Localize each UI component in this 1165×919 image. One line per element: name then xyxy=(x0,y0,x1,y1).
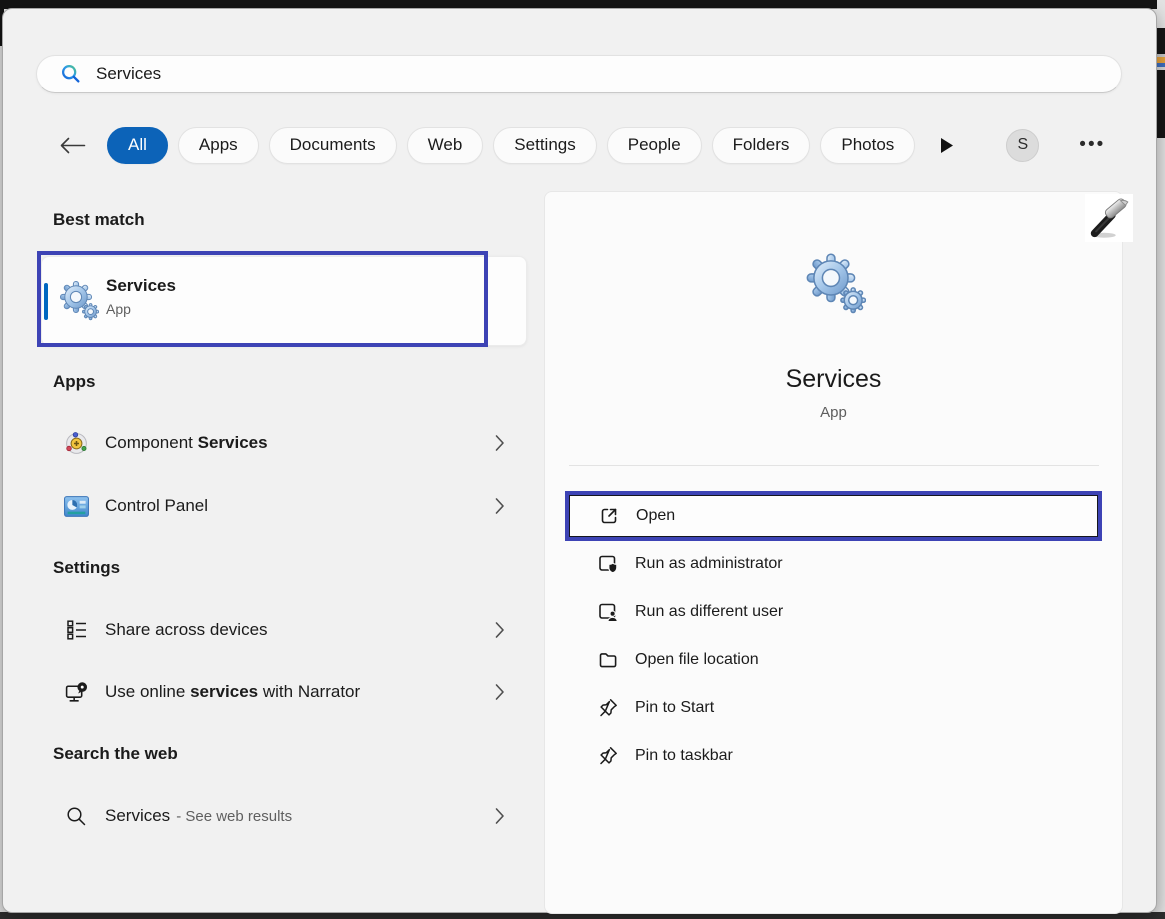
component-services-icon xyxy=(63,430,90,457)
chevron-right-icon[interactable] xyxy=(495,684,505,701)
selection-accent-bar xyxy=(44,283,48,320)
best-match-result[interactable]: Services App xyxy=(41,256,527,346)
best-match-subtitle: App xyxy=(106,301,131,317)
best-match-heading: Best match xyxy=(53,210,145,230)
tab-apps[interactable]: Apps xyxy=(178,127,259,164)
action-pin-to-start[interactable]: Pin to Start xyxy=(569,687,1098,729)
action-label: Run as different user xyxy=(635,603,783,621)
action-label: Open xyxy=(636,507,675,525)
result-label: Use online services with Narrator xyxy=(105,682,360,702)
result-share-across-devices[interactable]: Share across devices xyxy=(41,601,529,659)
action-label: Run as administrator xyxy=(635,555,783,573)
pin-icon xyxy=(597,697,619,719)
action-pin-to-taskbar[interactable]: Pin to taskbar xyxy=(569,735,1098,777)
chevron-right-icon[interactable] xyxy=(495,808,505,825)
divider xyxy=(569,465,1099,466)
tab-people[interactable]: People xyxy=(607,127,702,164)
search-flyout-window: All Apps Documents Web Settings People F… xyxy=(2,8,1157,913)
control-panel-icon xyxy=(63,493,90,520)
action-list: Open Run as administrator xyxy=(569,495,1098,777)
action-label: Open file location xyxy=(635,651,759,669)
action-label: Pin to Start xyxy=(635,699,714,717)
tabs-overflow-button[interactable] xyxy=(935,133,958,158)
apps-heading: Apps xyxy=(53,372,96,392)
preview-subtitle: App xyxy=(545,404,1122,421)
best-match-title: Services xyxy=(106,276,176,296)
services-gears-icon xyxy=(57,280,99,327)
user-avatar[interactable]: S xyxy=(1006,129,1039,162)
open-external-icon xyxy=(598,505,620,527)
search-icon xyxy=(60,63,82,85)
play-icon xyxy=(939,137,954,154)
action-run-as-administrator[interactable]: Run as administrator xyxy=(569,543,1098,585)
result-control-panel[interactable]: Control Panel xyxy=(41,477,529,535)
result-label: Control Panel xyxy=(105,496,208,516)
result-component-services[interactable]: Component Services xyxy=(41,414,529,472)
tab-web[interactable]: Web xyxy=(407,127,484,164)
action-open-file-location[interactable]: Open file location xyxy=(569,639,1098,681)
person-window-icon xyxy=(597,601,619,623)
shield-window-icon xyxy=(597,553,619,575)
share-across-devices-icon xyxy=(63,618,90,642)
desktop-window-fragment xyxy=(1156,54,1165,70)
result-web-search[interactable]: Services- See web results xyxy=(41,787,529,845)
tab-settings[interactable]: Settings xyxy=(493,127,596,164)
back-button[interactable] xyxy=(55,128,89,162)
narrator-monitor-icon xyxy=(63,680,90,705)
back-arrow-icon xyxy=(59,137,86,154)
action-run-as-different-user[interactable]: Run as different user xyxy=(569,591,1098,633)
chevron-right-icon[interactable] xyxy=(495,622,505,639)
search-bar xyxy=(36,55,1122,93)
preview-title: Services xyxy=(545,365,1122,394)
chevron-right-icon[interactable] xyxy=(495,435,505,452)
result-label: Services- See web results xyxy=(105,806,292,826)
tab-folders[interactable]: Folders xyxy=(712,127,811,164)
web-search-icon xyxy=(63,805,90,828)
search-input[interactable] xyxy=(96,64,1111,84)
result-narrator-online-services[interactable]: Use online services with Narrator xyxy=(41,663,529,721)
search-the-web-heading: Search the web xyxy=(53,744,178,764)
result-label: Component Services xyxy=(105,433,268,453)
result-label: Share across devices xyxy=(105,620,268,640)
preview-panel: Services App Open xyxy=(544,191,1123,914)
action-open[interactable]: Open xyxy=(569,495,1098,537)
chevron-right-icon[interactable] xyxy=(495,498,505,515)
more-options-button[interactable]: ••• xyxy=(1073,133,1111,157)
tab-documents[interactable]: Documents xyxy=(269,127,397,164)
tab-all[interactable]: All xyxy=(107,127,168,164)
tab-photos[interactable]: Photos xyxy=(820,127,915,164)
services-gears-icon-large xyxy=(802,252,866,321)
action-label: Pin to taskbar xyxy=(635,747,733,765)
folder-icon xyxy=(597,649,619,671)
filter-tabs-row: All Apps Documents Web Settings People F… xyxy=(55,125,1111,165)
settings-heading: Settings xyxy=(53,558,120,578)
pin-icon xyxy=(597,745,619,767)
